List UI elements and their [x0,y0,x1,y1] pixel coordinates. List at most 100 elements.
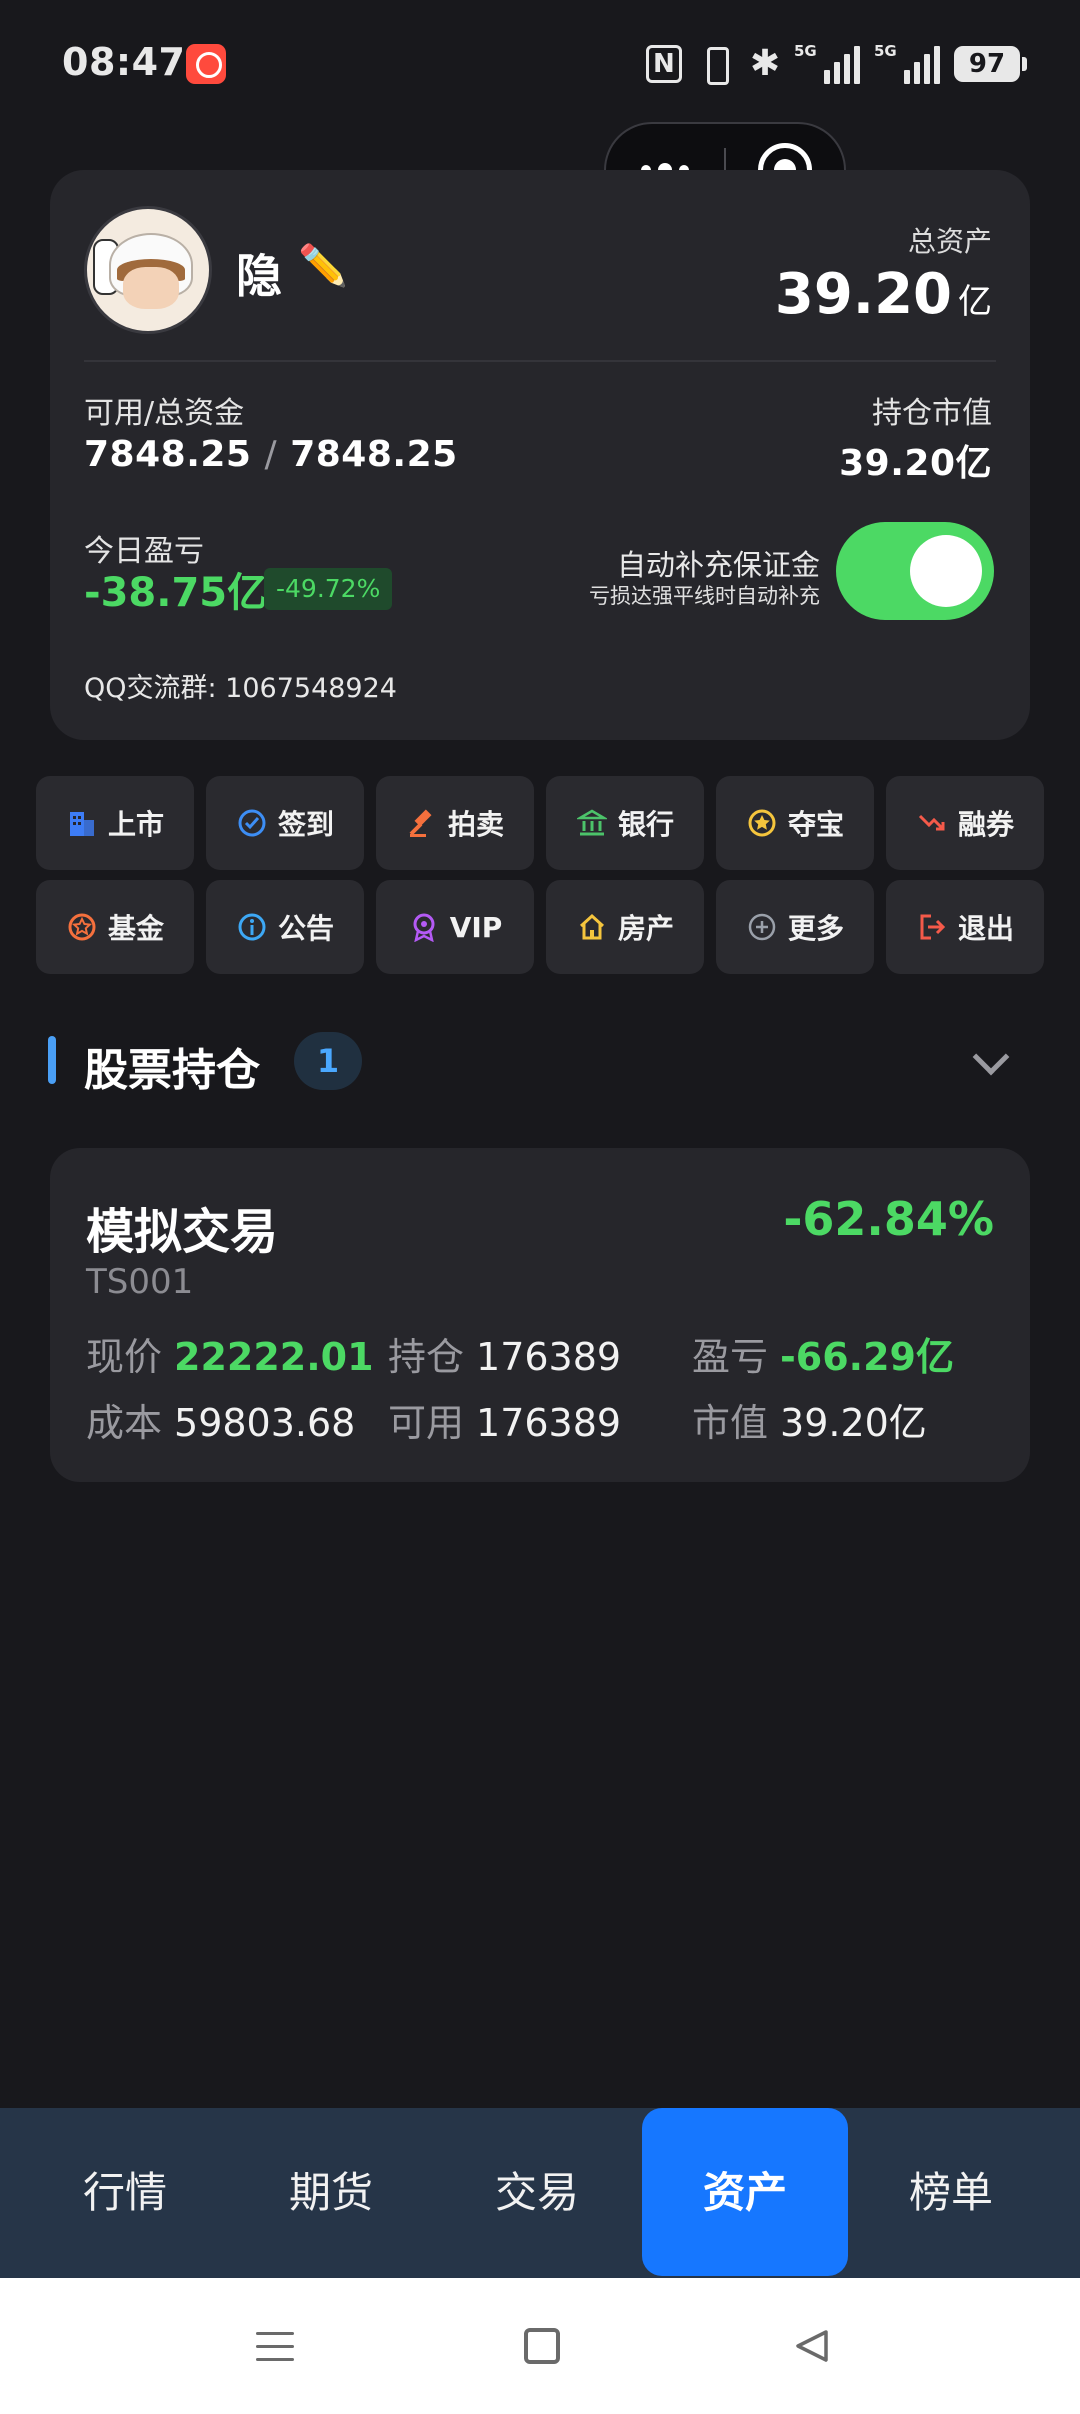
price-label: 现价 [86,1335,163,1379]
tab-trade[interactable]: 交易 [434,2108,640,2278]
qq-group: QQ交流群: 1067548924 [84,673,397,704]
total-assets-unit: 亿 [958,282,992,322]
back-icon[interactable] [792,2326,832,2366]
available-cell: 可用 176389 [388,1392,621,1447]
battery-icon: 97 [954,46,1027,82]
system-nav-bar [0,2278,1080,2414]
recent-apps-icon[interactable] [256,2328,294,2366]
menu-label: 签到 [277,808,334,841]
holding-card[interactable]: 模拟交易 TS001 -62.84% 现价 22222.01 持仓 176389 盈… [50,1148,1030,1482]
menu-label: VIP [449,910,503,944]
cost-cell: 成本 59803.68 [86,1392,355,1447]
auto-margin-title: 自动补充保证金 [616,548,820,582]
cost-value: 59803.68 [174,1401,356,1445]
cost-label: 成本 [86,1401,163,1445]
logout-icon [916,911,948,943]
stock-change-pct: -62.84% [783,1192,994,1246]
stock-code: TS001 [86,1262,194,1302]
market-value-value: 39.20亿 [780,1401,927,1445]
menu-label: 上市 [107,808,164,841]
tab-market[interactable]: 行情 [22,2108,228,2278]
status-time: 08:47 [62,40,186,84]
total-assets-value: 39.20 亿 [775,262,992,327]
available-total-label: 可用/总资金 [84,396,245,431]
divider [84,360,996,362]
toggle-knob [910,535,982,607]
edit-name-icon[interactable]: ✏️ [298,242,348,289]
menu-label: 夺宝 [787,808,844,841]
house-icon [576,911,608,943]
app-notification-icon [186,44,226,84]
building-icon [66,807,98,839]
auto-margin-toggle[interactable] [836,522,994,620]
funds-separator: / [264,434,278,475]
info-icon [236,911,268,943]
menu-label: 公告 [277,912,334,945]
menu-item-vip[interactable]: VIP [376,880,534,974]
position-value: 176389 [476,1335,622,1379]
bluetooth-icon: ✱ [749,43,780,84]
available-funds: 7848.25 [84,434,252,475]
menu-item-short-selling[interactable]: 融券 [886,776,1044,870]
avatar[interactable] [84,206,212,334]
network-type: 5G [794,42,817,60]
position-label: 持仓 [388,1335,465,1379]
star-badge-icon [66,911,98,943]
holdings-section-title: 股票持仓 [84,1045,260,1096]
home-icon[interactable] [524,2328,560,2364]
position-cell: 持仓 176389 [388,1326,621,1381]
today-pnl-badge: -49.72% [264,568,393,610]
menu-item-logout[interactable]: 退出 [886,880,1044,974]
available-label: 可用 [388,1401,465,1445]
signal-icon: 5G [874,42,940,84]
gavel-icon [406,807,438,839]
menu-item-bank[interactable]: 银行 [546,776,704,870]
menu-label: 银行 [617,808,674,841]
menu-item-more[interactable]: 更多 [716,880,874,974]
menu-item-fund[interactable]: 基金 [36,880,194,974]
menu-item-property[interactable]: 房产 [546,880,704,974]
total-assets-number: 39.20 [774,262,952,327]
menu-label: 融券 [957,808,1014,841]
price-cell: 现价 22222.01 [86,1326,374,1381]
price-value: 22222.01 [174,1335,374,1379]
menu-label: 基金 [107,912,164,945]
stock-name: 模拟交易 [86,1204,279,1260]
network-type: 5G [874,42,897,60]
menu-item-ipo[interactable]: 上市 [36,776,194,870]
status-icons: N ✱ 5G 5G 97 [645,42,1027,86]
pnl-cell: 盈亏 -66.29亿 [692,1326,954,1381]
check-circle-icon [236,807,268,839]
menu-label: 拍卖 [447,808,504,841]
total-assets-label: 总资产 [907,225,992,258]
bottom-tab-bar: 行情 期货 交易 资产 榜单 [0,2108,1080,2278]
available-total-value: 7848.25 / 7848.25 [84,434,458,475]
status-bar: 08:47 N ✱ 5G 5G 97 [0,0,1080,130]
tab-futures[interactable]: 期货 [228,2108,434,2278]
menu-label: 更多 [787,912,844,945]
section-accent-bar [48,1036,56,1084]
nfc-icon: N [645,45,682,83]
vibrate-icon [696,45,736,85]
star-circle-icon [746,807,778,839]
menu-item-auction[interactable]: 拍卖 [376,776,534,870]
total-funds: 7848.25 [290,434,458,475]
tab-leaderboard[interactable]: 榜单 [848,2108,1054,2278]
market-value-cell: 市值 39.20亿 [692,1392,927,1447]
tab-assets[interactable]: 资产 [642,2108,848,2276]
menu-label: 退出 [957,912,1014,945]
menu-item-treasure[interactable]: 夺宝 [716,776,874,870]
menu-item-announcement[interactable]: 公告 [206,880,364,974]
account-card: 隐 ✏️ 总资产 39.20 亿 可用/总资金 7848.25 / 7848.25… [50,170,1030,740]
trend-down-icon [916,807,948,839]
market-value-label: 持仓市值 [872,396,992,431]
menu-label: 房产 [617,912,674,945]
medal-icon [408,911,440,943]
auto-margin-subtitle: 亏损达强平线时自动补充 [589,584,820,608]
pnl-label: 盈亏 [692,1335,769,1379]
today-pnl-value: -38.75亿 [84,570,268,616]
available-value: 176389 [476,1401,622,1445]
chevron-down-icon[interactable] [972,1038,1010,1076]
menu-item-checkin[interactable]: 签到 [206,776,364,870]
plus-circle-icon [746,911,778,943]
